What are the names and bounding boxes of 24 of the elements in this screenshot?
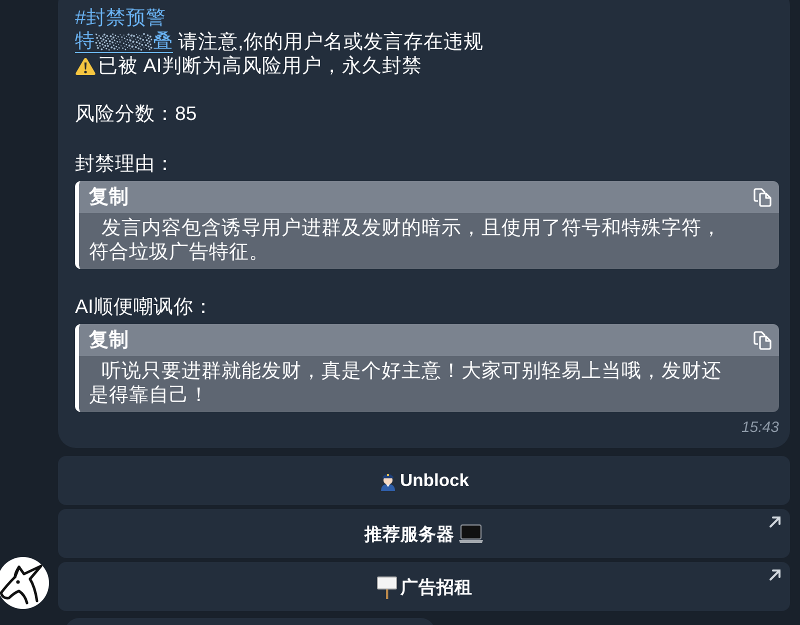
- external-link-arrow-icon: [769, 569, 781, 581]
- copy-icon[interactable]: [753, 330, 772, 350]
- external-link-arrow-icon: [769, 516, 781, 528]
- warning-icon: [75, 56, 96, 76]
- risk-score-text: 风险分数：85: [75, 102, 198, 126]
- spoiler-dots-icon: [95, 32, 153, 52]
- message-time: 15:43: [741, 418, 779, 438]
- section-label: 封禁理由：: [75, 152, 176, 176]
- section-label: AI顺便嘲讽你：: [75, 295, 214, 319]
- warning-text: 已被 AI判断为高风险用户，永久封禁: [98, 54, 422, 78]
- laptop-icon: [458, 524, 484, 544]
- placard-icon: [376, 574, 398, 598]
- notice-text: 请注意,你的用户名或发言存在违规: [178, 30, 484, 54]
- inline-button[interactable]: Unblock: [58, 456, 790, 505]
- inline-button[interactable]: 推荐服务器: [58, 509, 790, 558]
- code-block-text: 听说只要进群就能发财，真是个好主意！大家可别轻易上当哦，发财还是得靠自己！: [89, 360, 723, 407]
- code-block-label: 复制: [89, 328, 129, 353]
- unicorn-avatar[interactable]: [0, 557, 49, 609]
- code-block-label: 复制: [89, 185, 129, 210]
- hashtag-link[interactable]: #封禁预警: [75, 6, 166, 30]
- code-block-text: 发言内容包含诱导用户进群及发财的暗示，且使用了符号和特殊字符，符合垃圾广告特征。: [89, 217, 723, 264]
- inline-button[interactable]: 广告招租: [58, 562, 790, 611]
- copy-icon[interactable]: [753, 188, 772, 206]
- username-link[interactable]: 特 叠: [75, 31, 173, 53]
